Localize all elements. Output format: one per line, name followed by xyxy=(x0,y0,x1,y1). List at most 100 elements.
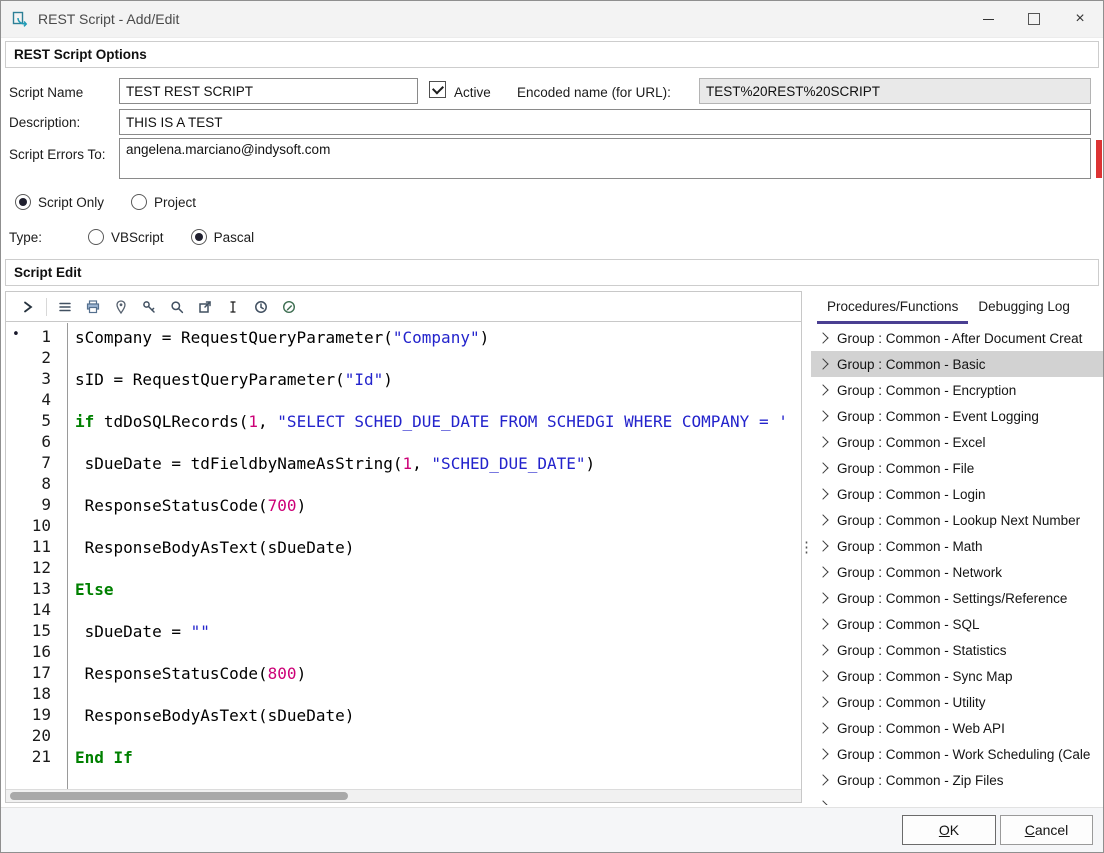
group-item[interactable]: Group : Common - Utility xyxy=(811,689,1103,715)
search-icon[interactable] xyxy=(163,295,191,319)
line-number[interactable]: 3 xyxy=(6,369,67,390)
group-item[interactable]: Group : Common - Settings/Reference xyxy=(811,585,1103,611)
group-item[interactable]: Group : Common - Lookup Next Number xyxy=(811,507,1103,533)
editor-gutter[interactable]: •123456789101112131415161718192021 xyxy=(6,323,68,789)
line-number[interactable]: 14 xyxy=(6,600,67,621)
edit-icon[interactable] xyxy=(275,295,303,319)
code-line[interactable]: sCompany = RequestQueryParameter("Compan… xyxy=(75,327,801,348)
line-number[interactable]: 11 xyxy=(6,537,67,558)
group-item[interactable]: Group : Common - Network xyxy=(811,559,1103,585)
line-number[interactable]: 15 xyxy=(6,621,67,642)
print-icon[interactable] xyxy=(79,295,107,319)
editor-code-area[interactable]: sCompany = RequestQueryParameter("Compan… xyxy=(69,323,801,789)
run-icon[interactable] xyxy=(14,295,42,319)
group-item[interactable]: Group : Common - After Document Creat xyxy=(811,325,1103,351)
line-number[interactable]: 20 xyxy=(6,726,67,747)
script-errors-input[interactable]: angelena.marciano@indysoft.com xyxy=(119,138,1091,179)
radio-circle[interactable] xyxy=(131,194,147,210)
line-number[interactable]: 21 xyxy=(6,747,67,768)
export-icon[interactable] xyxy=(191,295,219,319)
group-item[interactable]: Group : Common - Statistics xyxy=(811,637,1103,663)
tab-debugging-log[interactable]: Debugging Log xyxy=(968,293,1080,324)
active-checkbox[interactable] xyxy=(429,81,446,98)
code-line[interactable]: Else xyxy=(75,579,801,600)
line-number[interactable]: 19 xyxy=(6,705,67,726)
key-icon[interactable] xyxy=(135,295,163,319)
code-line[interactable]: sDueDate = tdFieldbyNameAsString(1, "SCH… xyxy=(75,453,801,474)
line-number[interactable]: 17 xyxy=(6,663,67,684)
line-number[interactable]: 8 xyxy=(6,474,67,495)
line-number[interactable]: •1 xyxy=(6,327,67,348)
cancel-button[interactable]: Cancel xyxy=(1000,815,1093,845)
code-line[interactable] xyxy=(75,348,801,369)
code-line[interactable] xyxy=(75,432,801,453)
code-line[interactable]: End If xyxy=(75,747,801,768)
clock-icon[interactable] xyxy=(247,295,275,319)
code-line[interactable]: ResponseBodyAsText(sDueDate) xyxy=(75,705,801,726)
description-input[interactable] xyxy=(119,109,1091,135)
group-item[interactable]: Group : Common - Encryption xyxy=(811,377,1103,403)
line-number[interactable]: 7 xyxy=(6,453,67,474)
ok-button[interactable]: OK xyxy=(902,815,996,845)
title-bar: REST Script - Add/Edit × xyxy=(1,1,1103,38)
line-number[interactable]: 13 xyxy=(6,579,67,600)
code-line[interactable]: ResponseBodyAsText(sDueDate) xyxy=(75,537,801,558)
code-line[interactable] xyxy=(75,684,801,705)
group-item[interactable]: Group : Common - Event Logging xyxy=(811,403,1103,429)
line-number[interactable]: 10 xyxy=(6,516,67,537)
tab-procedures-functions[interactable]: Procedures/Functions xyxy=(817,293,968,324)
group-item[interactable]: Group : Common - Excel xyxy=(811,429,1103,455)
code-line[interactable] xyxy=(75,600,801,621)
minimize-button[interactable] xyxy=(965,1,1011,37)
radio-project[interactable]: Project xyxy=(131,194,196,210)
group-item[interactable]: Group : Common - Web API xyxy=(811,715,1103,741)
line-number[interactable]: 2 xyxy=(6,348,67,369)
code-line[interactable]: ResponseStatusCode(700) xyxy=(75,495,801,516)
marker-icon[interactable] xyxy=(107,295,135,319)
group-item[interactable]: Group : Common - Zip Files xyxy=(811,767,1103,793)
radio-label: Project xyxy=(154,195,196,210)
panel-splitter[interactable]: ⋮ xyxy=(802,291,811,803)
group-item[interactable]: Group : Common - Login xyxy=(811,481,1103,507)
group-item[interactable]: Group : Common - Work Scheduling (Cale xyxy=(811,741,1103,767)
procedures-panel: Procedures/Functions Debugging Log Group… xyxy=(811,291,1103,805)
line-number[interactable]: 4 xyxy=(6,390,67,411)
code-line[interactable]: ResponseStatusCode(800) xyxy=(75,663,801,684)
group-item[interactable]: Group : Common - Sync Map xyxy=(811,663,1103,689)
close-button[interactable]: × xyxy=(1057,1,1103,37)
radio-circle[interactable] xyxy=(191,229,207,245)
scrollbar-thumb[interactable] xyxy=(10,792,348,800)
outline-icon[interactable] xyxy=(51,295,79,319)
line-number[interactable]: 9 xyxy=(6,495,67,516)
line-number[interactable]: 5 xyxy=(6,411,67,432)
radio-pascal[interactable]: Pascal xyxy=(191,229,255,245)
radio-script-only[interactable]: Script Only xyxy=(15,194,104,210)
code-editor[interactable]: •123456789101112131415161718192021 sComp… xyxy=(5,291,802,803)
code-line[interactable] xyxy=(75,390,801,411)
code-line[interactable]: if tdDoSQLRecords(1, "SELECT SCHED_DUE_D… xyxy=(75,411,801,432)
group-item[interactable]: Group : Common - File xyxy=(811,455,1103,481)
code-line[interactable]: sDueDate = "" xyxy=(75,621,801,642)
code-line[interactable] xyxy=(75,558,801,579)
editor-body[interactable]: •123456789101112131415161718192021 sComp… xyxy=(6,323,801,789)
group-item[interactable]: Group : Common - Math xyxy=(811,533,1103,559)
radio-circle[interactable] xyxy=(15,194,31,210)
code-line[interactable] xyxy=(75,642,801,663)
radio-vbscript[interactable]: VBScript xyxy=(88,229,164,245)
line-number[interactable]: 6 xyxy=(6,432,67,453)
text-cursor-icon[interactable] xyxy=(219,295,247,319)
code-line[interactable] xyxy=(75,726,801,747)
group-item[interactable]: Group : Common - SQL xyxy=(811,611,1103,637)
code-line[interactable]: sID = RequestQueryParameter("Id") xyxy=(75,369,801,390)
line-number[interactable]: 16 xyxy=(6,642,67,663)
editor-horizontal-scrollbar[interactable] xyxy=(6,789,801,802)
script-name-input[interactable] xyxy=(119,78,418,104)
radio-circle[interactable] xyxy=(88,229,104,245)
line-number[interactable]: 12 xyxy=(6,558,67,579)
group-item[interactable]: Group : Common - Basic xyxy=(811,351,1103,377)
maximize-button[interactable] xyxy=(1011,1,1057,37)
group-item-partial[interactable] xyxy=(811,793,1103,805)
code-line[interactable] xyxy=(75,474,801,495)
code-line[interactable] xyxy=(75,516,801,537)
line-number[interactable]: 18 xyxy=(6,684,67,705)
